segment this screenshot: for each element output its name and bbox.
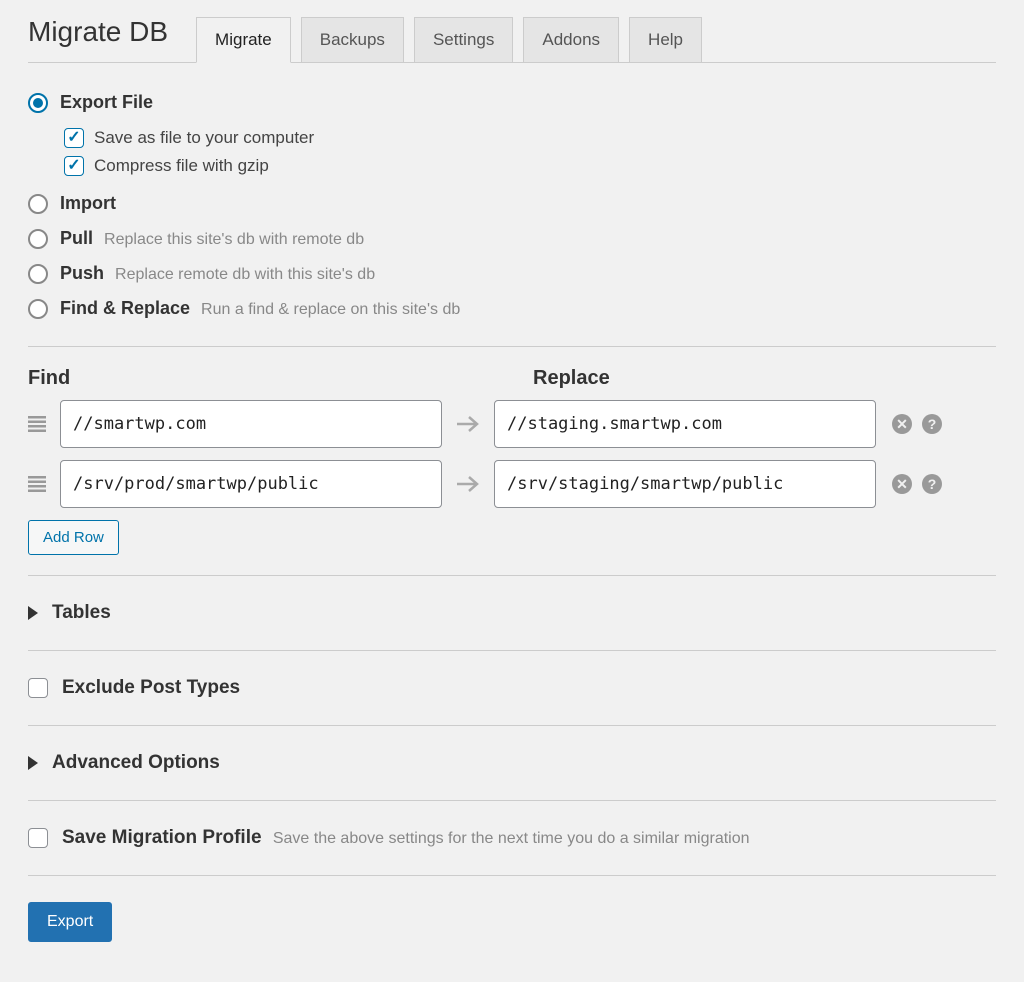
find-replace-row: ✕ ? (28, 400, 996, 448)
label-pull: Pull Replace this site's db with remote … (60, 228, 364, 249)
find-column-label: Find (28, 367, 503, 390)
replace-column-label: Replace (503, 367, 610, 390)
page-title: Migrate DB (28, 16, 168, 62)
tab-settings[interactable]: Settings (414, 17, 513, 63)
tabs: Migrate Backups Settings Addons Help (196, 17, 702, 63)
remove-row-icon[interactable]: ✕ (892, 414, 912, 434)
hint-find-replace: Run a find & replace on this site's db (201, 301, 460, 318)
tab-migrate[interactable]: Migrate (196, 17, 291, 63)
divider (28, 575, 996, 576)
arrow-right-icon (454, 474, 482, 494)
tab-addons[interactable]: Addons (523, 17, 619, 63)
section-advanced-label: Advanced Options (52, 752, 220, 774)
label-export-file: Export File (60, 92, 153, 113)
label-import: Import (60, 193, 116, 214)
checkbox-save-as-file[interactable] (64, 128, 84, 148)
hint-pull: Replace this site's db with remote db (104, 231, 364, 248)
replace-input[interactable] (494, 460, 876, 508)
section-save-profile-label: Save Migration Profile Save the above se… (62, 827, 750, 849)
export-button[interactable]: Export (28, 902, 112, 942)
hint-push: Replace remote db with this site's db (115, 266, 375, 283)
radio-pull[interactable] (28, 229, 48, 249)
section-exclude-post-types-label: Exclude Post Types (62, 677, 240, 699)
section-tables-label: Tables (52, 602, 111, 624)
tab-help[interactable]: Help (629, 17, 702, 63)
export-sub-options: Save as file to your computer Compress f… (28, 120, 996, 186)
replace-input[interactable] (494, 400, 876, 448)
divider (28, 346, 996, 347)
label-compress-gzip: Compress file with gzip (94, 156, 269, 176)
drag-handle-icon[interactable] (28, 416, 48, 432)
divider (28, 650, 996, 651)
tab-backups[interactable]: Backups (301, 17, 404, 63)
label-push: Push Replace remote db with this site's … (60, 263, 375, 284)
remove-row-icon[interactable]: ✕ (892, 474, 912, 494)
radio-find-replace[interactable] (28, 299, 48, 319)
help-icon[interactable]: ? (922, 474, 942, 494)
mode-options: Export File Save as file to your compute… (28, 63, 996, 326)
radio-push[interactable] (28, 264, 48, 284)
checkbox-compress-gzip[interactable] (64, 156, 84, 176)
radio-export-file[interactable] (28, 93, 48, 113)
checkbox-save-profile[interactable] (28, 828, 48, 848)
label-find-replace: Find & Replace Run a find & replace on t… (60, 298, 460, 319)
drag-handle-icon[interactable] (28, 476, 48, 492)
label-save-as-file: Save as file to your computer (94, 128, 314, 148)
find-input[interactable] (60, 460, 442, 508)
find-replace-header: Find Replace (28, 367, 996, 390)
find-replace-row: ✕ ? (28, 460, 996, 508)
divider (28, 725, 996, 726)
radio-import[interactable] (28, 194, 48, 214)
divider (28, 875, 996, 876)
help-icon[interactable]: ? (922, 414, 942, 434)
disclosure-tables-icon[interactable] (28, 606, 38, 620)
divider (28, 800, 996, 801)
checkbox-exclude-post-types[interactable] (28, 678, 48, 698)
arrow-right-icon (454, 414, 482, 434)
hint-save-profile: Save the above settings for the next tim… (273, 830, 750, 847)
disclosure-advanced-icon[interactable] (28, 756, 38, 770)
add-row-button[interactable]: Add Row (28, 520, 119, 555)
find-input[interactable] (60, 400, 442, 448)
